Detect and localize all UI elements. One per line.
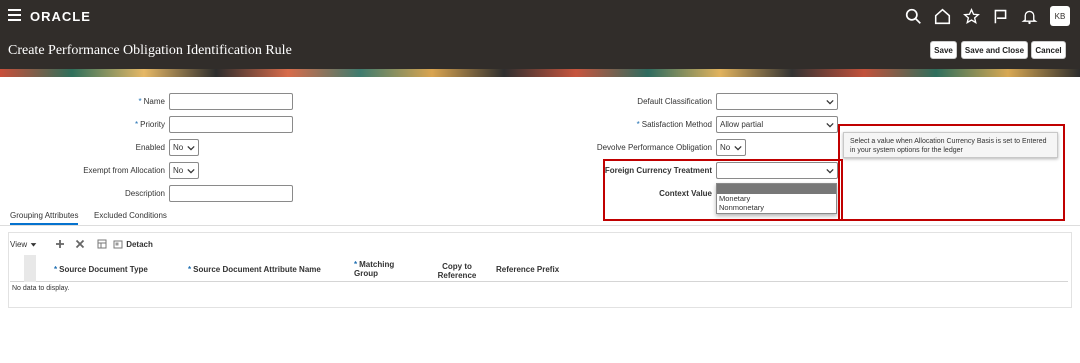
satisfaction-method-select[interactable]: Allow partial <box>716 116 838 133</box>
exempt-select[interactable]: No <box>169 162 199 179</box>
devolve-label: Devolve Performance Obligation <box>596 143 712 152</box>
help-tooltip: Select a value when Allocation Currency … <box>843 132 1058 158</box>
devolve-select[interactable]: No <box>716 139 746 156</box>
freeze-icon[interactable] <box>97 239 107 249</box>
detach-button[interactable]: Detach <box>113 239 153 249</box>
delete-icon[interactable] <box>75 239 85 249</box>
view-menu[interactable]: View <box>10 240 37 249</box>
home-icon[interactable] <box>934 8 951 25</box>
satisfaction-method-label: * Satisfaction Method <box>636 120 712 129</box>
chevron-down-icon <box>734 145 742 151</box>
exempt-label: Exempt from Allocation <box>83 166 165 175</box>
chevron-down-icon <box>187 145 195 151</box>
name-input[interactable] <box>169 93 293 110</box>
header-icons: KB <box>905 6 1070 26</box>
row-header-column <box>24 255 36 282</box>
name-label: * Name <box>138 97 165 106</box>
col-source-document-type[interactable]: * Source Document Type <box>54 265 148 274</box>
priority-input[interactable] <box>169 116 293 133</box>
menu-icon[interactable] <box>8 9 21 21</box>
tab-bar: Grouping Attributes Excluded Conditions <box>0 208 1080 226</box>
col-copy-to-reference[interactable]: Copy to Reference <box>434 262 480 280</box>
col-reference-prefix[interactable]: Reference Prefix <box>496 265 559 274</box>
chevron-down-icon <box>826 122 834 128</box>
decorative-banner <box>0 69 1080 77</box>
col-matching-group[interactable]: * Matching Group <box>354 260 404 278</box>
save-and-close-button[interactable]: Save and Close <box>961 41 1028 59</box>
add-icon[interactable] <box>55 239 65 249</box>
enabled-value: No <box>173 143 184 152</box>
view-label: View <box>10 239 28 249</box>
table-toolbar: View Detach <box>10 238 153 250</box>
star-icon[interactable] <box>963 7 980 25</box>
chevron-down-icon <box>187 168 195 174</box>
default-classification-select[interactable] <box>716 93 838 110</box>
user-avatar[interactable]: KB <box>1050 6 1070 26</box>
tab-grouping-attributes[interactable]: Grouping Attributes <box>10 211 79 225</box>
page-title: Create Performance Obligation Identifica… <box>8 43 292 58</box>
description-label: Description <box>124 189 165 198</box>
table-header: * Source Document Type * Source Document A… <box>10 255 1068 282</box>
page-header: Create Performance Obligation Identifica… <box>0 33 1080 69</box>
description-input[interactable] <box>169 185 293 202</box>
chevron-down-icon <box>826 99 834 105</box>
col-source-document-attribute-name[interactable]: * Source Document Attribute Name <box>188 265 321 274</box>
detach-icon <box>113 240 123 249</box>
oracle-logo: ORACLE <box>30 9 91 24</box>
enabled-select[interactable]: No <box>169 139 199 156</box>
devolve-value: No <box>720 143 731 152</box>
cancel-button[interactable]: Cancel <box>1031 41 1066 59</box>
tab-excluded-conditions[interactable]: Excluded Conditions <box>94 211 167 223</box>
satisfaction-method-value: Allow partial <box>720 120 764 129</box>
enabled-label: Enabled <box>135 143 165 152</box>
bell-icon[interactable] <box>1021 8 1038 25</box>
default-classification-label: Default Classification <box>637 97 712 106</box>
search-icon[interactable] <box>905 8 922 25</box>
detach-label: Detach <box>126 239 153 249</box>
flag-icon[interactable] <box>992 8 1009 25</box>
global-header: ORACLE KB <box>0 0 1080 33</box>
save-button[interactable]: Save <box>930 41 957 59</box>
empty-table-message: No data to display. <box>12 285 70 292</box>
priority-label: * Priority <box>134 120 165 129</box>
exempt-value: No <box>173 166 184 175</box>
caret-down-icon <box>30 242 37 247</box>
